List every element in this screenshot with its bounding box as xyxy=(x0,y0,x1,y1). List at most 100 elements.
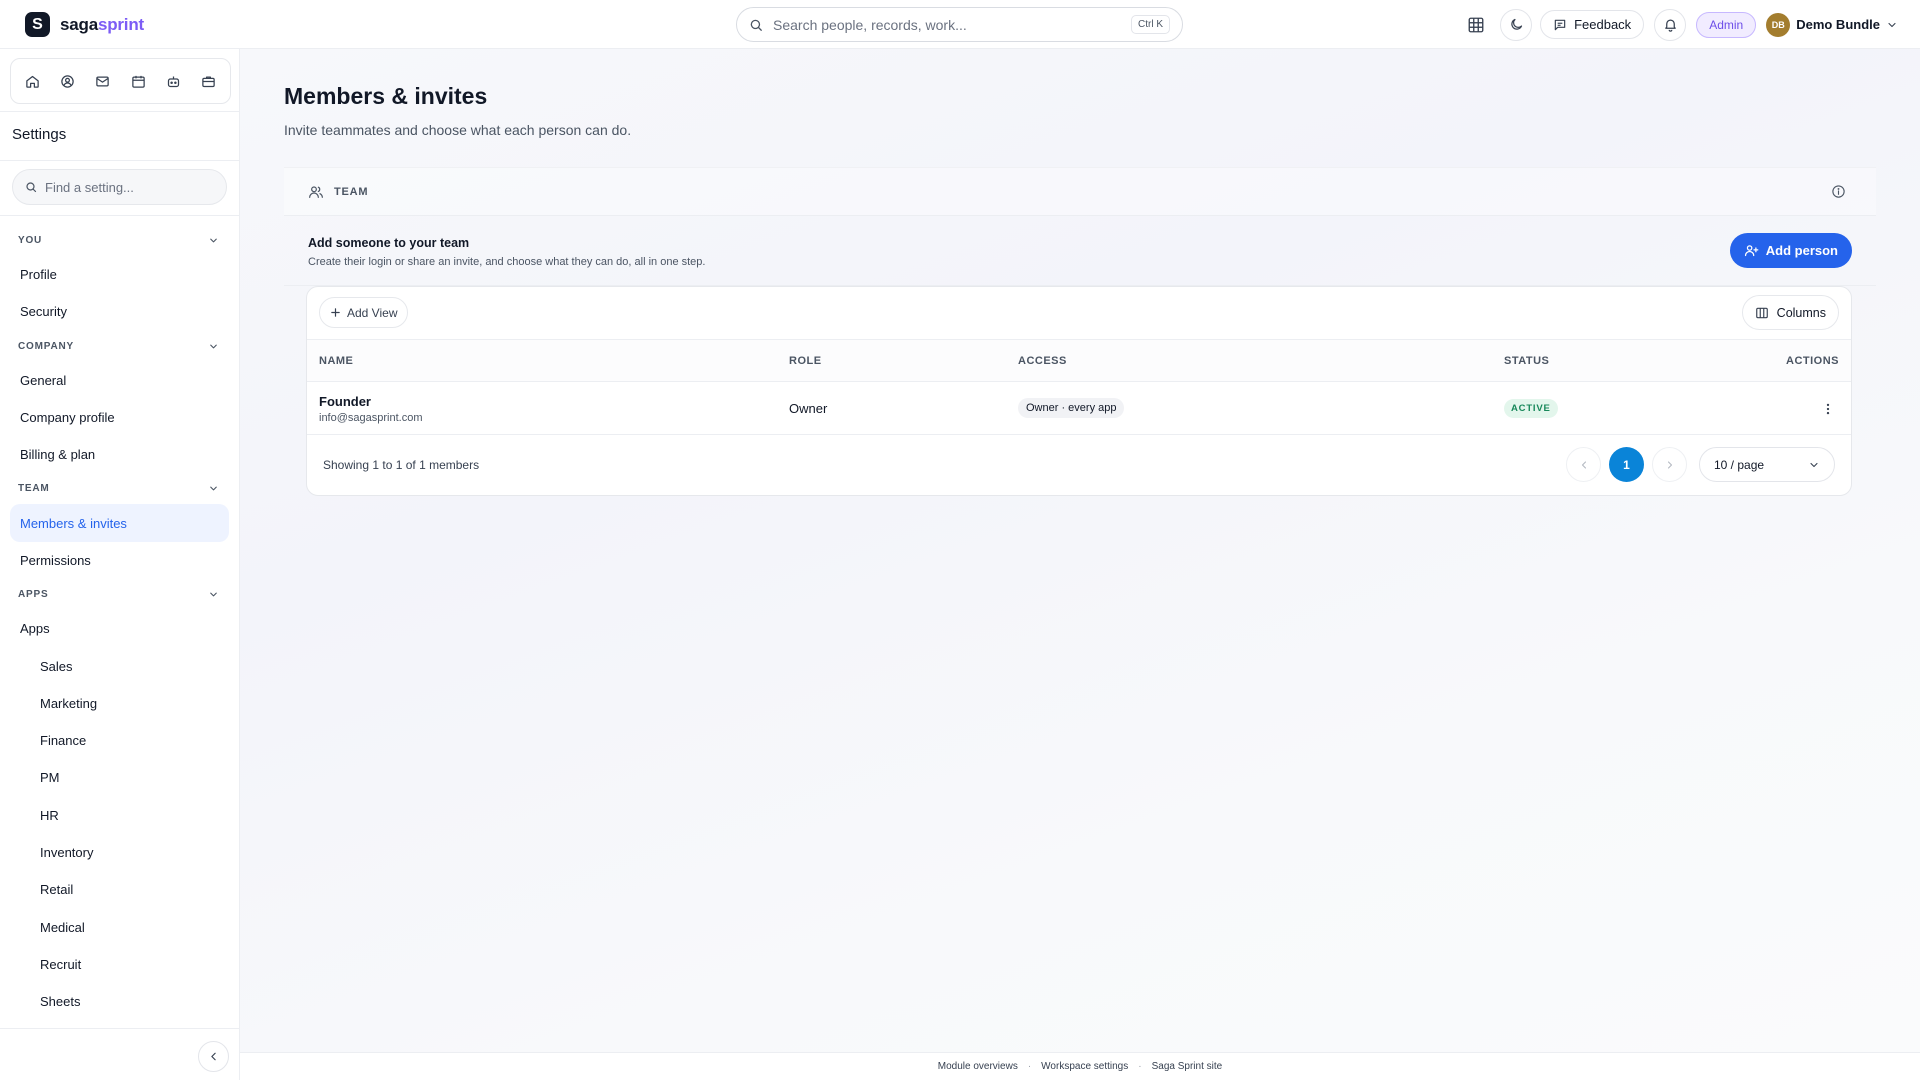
settings-search[interactable] xyxy=(12,169,227,205)
divider xyxy=(0,215,239,216)
sidebar-item-label: Sheets xyxy=(40,994,81,1010)
page-number-button[interactable]: 1 xyxy=(1609,447,1644,482)
app-switch-mail[interactable] xyxy=(90,68,116,94)
add-view-button[interactable]: Add View xyxy=(319,297,409,328)
brand-logo[interactable]: S sagasprint xyxy=(25,12,144,37)
feedback-icon xyxy=(1553,18,1567,32)
nav-section-apps[interactable]: APPS xyxy=(0,579,239,610)
sidebar-item-permissions[interactable]: Permissions xyxy=(10,542,229,579)
footer-link-module-overviews[interactable]: Module overviews xyxy=(938,1061,1018,1072)
role-badge: Admin xyxy=(1696,11,1757,38)
sidebar-item-marketing[interactable]: Marketing xyxy=(10,685,229,722)
table-footer: Showing 1 to 1 of 1 members 1 10 / page xyxy=(307,435,1851,495)
calendar-icon xyxy=(131,74,146,89)
top-bar: S sagasprint Ctrl K Feedback xyxy=(0,0,1920,49)
column-header-status[interactable]: STATUS xyxy=(1504,355,1549,367)
add-person-button[interactable]: Add person xyxy=(1729,233,1852,268)
page-title: Members & invites xyxy=(284,83,488,109)
user-name: Demo Bundle xyxy=(1796,17,1880,32)
sidebar-item-label: HR xyxy=(40,807,59,823)
column-header-role[interactable]: ROLE xyxy=(789,355,822,367)
members-table: Add View Columns NAME ROLE ACCESS STATUS… xyxy=(306,286,1852,496)
page-size-select[interactable]: 10 / page xyxy=(1699,447,1835,482)
nav-section-team[interactable]: TEAM xyxy=(0,473,239,504)
user-menu[interactable]: DB Demo Bundle xyxy=(1766,12,1898,37)
sidebar-item-pm[interactable]: PM xyxy=(10,759,229,796)
footer-link-saga-sprint-site[interactable]: Saga Sprint site xyxy=(1152,1061,1223,1072)
sidebar-item-label: Billing & plan xyxy=(20,447,96,463)
column-header-name[interactable]: NAME xyxy=(319,355,353,367)
sidebar-item-general[interactable]: General xyxy=(10,362,229,399)
info-button[interactable] xyxy=(1831,184,1846,199)
briefcase-icon xyxy=(201,74,216,89)
prev-page-button[interactable] xyxy=(1566,447,1601,482)
sidebar-item-billing[interactable]: Billing & plan xyxy=(10,436,229,473)
sidebar-item-label: Profile xyxy=(20,267,57,283)
global-search[interactable]: Ctrl K xyxy=(736,7,1183,42)
column-header-access[interactable]: ACCESS xyxy=(1018,355,1067,367)
feedback-button[interactable]: Feedback xyxy=(1540,10,1645,39)
user-circle-icon xyxy=(60,74,75,89)
sidebar-item-security[interactable]: Security xyxy=(10,293,229,330)
chevron-down-icon xyxy=(208,483,219,494)
sidebar-item-label: Inventory xyxy=(40,845,94,860)
nav-section-you[interactable]: YOU xyxy=(0,225,239,256)
footer-link-workspace-settings[interactable]: Workspace settings xyxy=(1041,1061,1128,1072)
settings-search-input[interactable] xyxy=(45,179,221,195)
team-card-header: TEAM xyxy=(284,167,1876,216)
nav-section-company[interactable]: COMPANY xyxy=(0,331,239,362)
member-email: info@sagasprint.com xyxy=(319,412,423,424)
sidebar-item-retail[interactable]: Retail xyxy=(10,871,229,908)
sidebar-item-label: PM xyxy=(40,770,60,786)
theme-toggle-button[interactable] xyxy=(1500,8,1533,41)
sidebar-item-company-profile[interactable]: Company profile xyxy=(10,399,229,436)
table-header: NAME ROLE ACCESS STATUS ACTIONS xyxy=(307,340,1851,382)
sidebar-item-sales[interactable]: Sales xyxy=(10,647,229,684)
sidebar-title: Settings xyxy=(12,126,67,143)
settings-sidebar: Settings YOU Profile Security COMPANY Ge… xyxy=(0,49,240,1080)
brand-name: sagasprint xyxy=(60,14,144,34)
columns-button[interactable]: Columns xyxy=(1741,295,1839,330)
info-icon xyxy=(1831,184,1846,199)
app-switch-contacts[interactable] xyxy=(55,68,81,94)
global-search-input[interactable] xyxy=(773,16,1131,33)
sidebar-item-apps[interactable]: Apps xyxy=(10,610,229,647)
divider xyxy=(0,1028,239,1029)
sidebar-item-recruit[interactable]: Recruit xyxy=(10,946,229,983)
nav-section-label: YOU xyxy=(18,235,43,246)
bell-icon xyxy=(1663,17,1678,32)
sidebar-item-label: Retail xyxy=(40,882,74,898)
pagination-summary: Showing 1 to 1 of 1 members xyxy=(323,458,480,472)
app-switch-calendar[interactable] xyxy=(125,68,151,94)
team-card: TEAM Add someone to your team Create the… xyxy=(284,167,1876,496)
table-toolbar: Add View Columns xyxy=(307,287,1851,340)
sidebar-item-hr[interactable]: HR xyxy=(10,797,229,834)
row-actions-button[interactable] xyxy=(1817,398,1839,420)
app-switch-home[interactable] xyxy=(20,68,46,94)
moon-icon xyxy=(1509,17,1524,32)
robot-icon xyxy=(166,74,181,89)
sidebar-item-label: Medical xyxy=(40,919,85,935)
app-switch-assistant[interactable] xyxy=(160,68,186,94)
settings-nav: YOU Profile Security COMPANY General Com… xyxy=(0,225,239,1020)
sidebar-item-label: General xyxy=(20,372,67,388)
brand-mark: S xyxy=(25,12,50,37)
sidebar-item-inventory[interactable]: Inventory xyxy=(10,834,229,871)
next-page-button[interactable] xyxy=(1652,447,1687,482)
sidebar-item-sheets[interactable]: Sheets xyxy=(10,983,229,1020)
sidebar-item-members-invites[interactable]: Members & invites xyxy=(10,504,229,542)
sidebar-item-label: Finance xyxy=(40,733,87,749)
sidebar-item-medical[interactable]: Medical xyxy=(10,908,229,945)
collapse-sidebar-button[interactable] xyxy=(198,1041,229,1072)
avatar: DB xyxy=(1766,12,1791,37)
notifications-button[interactable] xyxy=(1654,8,1687,41)
app-switch-work[interactable] xyxy=(195,68,221,94)
sidebar-item-finance[interactable]: Finance xyxy=(10,722,229,759)
sidebar-item-profile[interactable]: Profile xyxy=(10,256,229,293)
app-switcher xyxy=(10,58,231,104)
sidebar-item-label: Apps xyxy=(20,621,50,637)
sidebar-item-label: Marketing xyxy=(40,695,98,711)
apps-grid-button[interactable] xyxy=(1460,9,1492,41)
table-row[interactable]: Founder info@sagasprint.com Owner Owner … xyxy=(307,382,1851,435)
chevron-down-icon xyxy=(208,341,219,352)
